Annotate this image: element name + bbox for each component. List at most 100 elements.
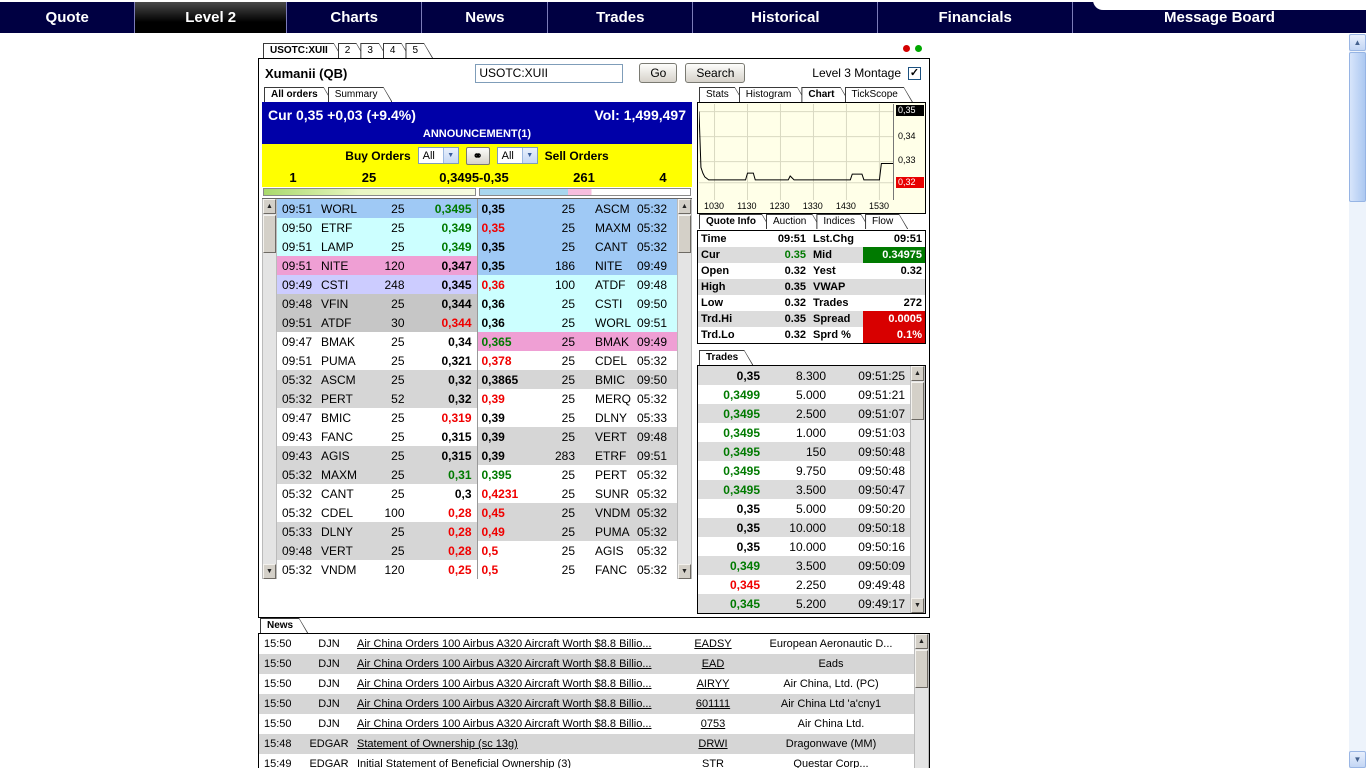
bid-row[interactable]: 09:51 ATDF 30 0,344 [277,313,477,332]
ask-scrollbar[interactable]: ▲ ▼ [677,199,692,579]
ask-row[interactable]: 0,39 25 MERQ 05:32 [478,389,678,408]
ask-row[interactable]: 0,49 25 PUMA 05:32 [477,522,677,541]
news-symbol-link[interactable]: 601111 [678,698,748,710]
info-tab-quote-info[interactable]: Quote Info [699,214,771,229]
ask-row[interactable]: 0,35 186 NITE 09:49 [477,256,677,275]
scroll-up-button[interactable]: ▲ [915,634,928,649]
chart-tab-stats[interactable]: Stats [699,87,744,102]
bid-scrollbar[interactable]: ▲ ▼ [262,199,277,579]
ask-row[interactable]: 0,4231 25 SUNR 05:32 [478,484,678,503]
tab-news[interactable]: News [260,618,308,633]
info-tab-auction[interactable]: Auction [766,214,821,229]
ask-row[interactable]: 0,365 25 BMAK 09:49 [477,332,677,351]
bid-row[interactable]: 09:43 AGIS 25 0,315 [277,446,477,465]
news-scrollbar[interactable]: ▲ [914,634,929,768]
ask-row[interactable]: 0,39 25 VERT 09:48 [477,427,677,446]
news-symbol-link[interactable]: AIRYY [678,678,748,690]
news-headline-link[interactable]: Air China Orders 100 Airbus A320 Aircraf… [357,658,678,670]
news-symbol-link[interactable]: 0753 [678,718,748,730]
bid-row[interactable]: 09:49 CSTI 248 0,345 [277,275,477,294]
bid-row[interactable]: 09:47 BMAK 25 0,34 [277,332,477,351]
news-symbol-link[interactable]: DRWI [678,738,748,750]
bid-row[interactable]: 09:51 LAMP 25 0,349 [277,237,477,256]
scrollbar-thumb[interactable] [1349,52,1366,202]
montage-tab-usotc-xuii[interactable]: USOTC:XUII [263,43,343,58]
ask-row[interactable]: 0,35 25 CANT 05:32 [477,237,677,256]
nav-tab-historical[interactable]: Historical [693,2,879,33]
info-tab-indices[interactable]: Indices [816,214,870,229]
symbol-input[interactable] [475,63,624,83]
scrollbar-thumb[interactable] [915,650,928,688]
scroll-down-button[interactable]: ▼ [263,564,276,579]
bid-row[interactable]: 09:50 ETRF 25 0,349 [277,218,477,237]
scroll-up-button[interactable]: ▲ [263,199,276,214]
bid-row[interactable]: 09:51 WORL 25 0,3495 [277,199,477,218]
ask-row[interactable]: 0,378 25 CDEL 05:32 [478,351,678,370]
ask-row[interactable]: 0,39 25 DLNY 05:33 [478,408,678,427]
news-symbol-link[interactable]: STR [678,758,748,768]
bid-row[interactable]: 09:43 FANC 25 0,315 [277,427,477,446]
ask-row[interactable]: 0,5 25 AGIS 05:32 [478,541,678,560]
announcement-link[interactable]: ANNOUNCEMENT(1) [268,128,686,140]
nav-tab-level-2[interactable]: Level 2 [135,2,287,33]
bid-row[interactable]: 09:47 BMIC 25 0,319 [277,408,477,427]
ask-row[interactable]: 0,35 25 ASCM 05:32 [477,199,677,218]
chart-tab-chart[interactable]: Chart [801,87,849,102]
scroll-down-button[interactable]: ▼ [1349,751,1366,768]
ask-row[interactable]: 0,45 25 VNDM 05:32 [477,503,677,522]
bid-row[interactable]: 05:32 ASCM 25 0,32 [277,370,477,389]
ask-row[interactable]: 0,35 25 MAXM 05:32 [477,218,677,237]
nav-tab-charts[interactable]: Charts [287,2,423,33]
bid-row[interactable]: 05:32 CANT 25 0,3 [277,484,477,503]
scroll-up-button[interactable]: ▲ [678,199,691,214]
info-tab-flow[interactable]: Flow [865,214,908,229]
orders-tab-all-orders[interactable]: All orders [264,87,333,102]
bid-row[interactable]: 05:32 VNDM 120 0,25 [277,560,477,579]
bid-row[interactable]: 05:33 DLNY 25 0,28 [277,522,477,541]
bid-row[interactable]: 05:32 MAXM 25 0,31 [277,465,477,484]
bid-row[interactable]: 09:48 VFIN 25 0,344 [277,294,477,313]
ask-row[interactable]: 0,36 25 CSTI 09:50 [477,294,677,313]
buy-filter-dropdown[interactable]: All ▼ [417,147,459,164]
scroll-down-button[interactable]: ▼ [678,564,691,579]
ask-row[interactable]: 0,36 25 WORL 09:51 [477,313,677,332]
level3-montage-checkbox[interactable] [908,66,921,80]
news-headline-link[interactable]: Air China Orders 100 Airbus A320 Aircraf… [357,638,678,650]
ask-row[interactable]: 0,39 283 ETRF 09:51 [477,446,677,465]
montage-tab-5[interactable]: 5 [405,43,433,58]
chart-tab-histogram[interactable]: Histogram [739,87,807,102]
news-symbol-link[interactable]: EADSY [678,638,748,650]
news-headline-link[interactable]: Air China Orders 100 Airbus A320 Aircraf… [357,718,678,730]
scroll-up-button[interactable]: ▲ [1349,34,1366,51]
nav-tab-quote[interactable]: Quote [0,2,136,33]
nav-tab-financials[interactable]: Financials [878,2,1073,33]
chart-tab-tickscope[interactable]: TickScope [845,87,913,102]
bid-row[interactable]: 09:51 PUMA 25 0,321 [277,351,477,370]
sell-filter-dropdown[interactable]: All ▼ [496,147,538,164]
bid-row[interactable]: 05:32 CDEL 100 0,28 [277,503,477,522]
news-headline-link[interactable]: Initial Statement of Beneficial Ownershi… [357,758,678,768]
scrollbar-thumb[interactable] [263,215,276,253]
bid-row[interactable]: 09:51 NITE 120 0,347 [277,256,477,275]
ask-row[interactable]: 0,395 25 PERT 05:32 [478,465,678,484]
search-button[interactable]: Search [685,63,746,83]
nav-tab-news[interactable]: News [422,2,549,33]
ask-row[interactable]: 0,3865 25 BMIC 09:50 [477,370,677,389]
news-headline-link[interactable]: Statement of Ownership (sc 13g) [357,738,678,750]
browser-scrollbar[interactable]: ▲ ▼ [1349,34,1366,768]
bid-row[interactable]: 05:32 PERT 52 0,32 [277,389,477,408]
news-headline-link[interactable]: Air China Orders 100 Airbus A320 Aircraf… [357,698,678,710]
orders-tab-summary[interactable]: Summary [328,87,393,102]
scroll-down-button[interactable]: ▼ [911,598,924,613]
news-headline-link[interactable]: Air China Orders 100 Airbus A320 Aircraf… [357,678,678,690]
bid-row[interactable]: 09:48 VERT 25 0,28 [277,541,477,560]
tab-trades[interactable]: Trades [699,350,753,365]
scrollbar-thumb[interactable] [678,215,691,253]
scroll-up-button[interactable]: ▲ [911,366,924,381]
news-symbol-link[interactable]: EAD [678,658,748,670]
ask-row[interactable]: 0,36 100 ATDF 09:48 [477,275,677,294]
scrollbar-thumb[interactable] [911,382,924,420]
go-button[interactable]: Go [639,63,678,83]
trades-scrollbar[interactable]: ▲ ▼ [910,366,925,613]
ask-row[interactable]: 0,5 25 FANC 05:32 [478,560,678,579]
